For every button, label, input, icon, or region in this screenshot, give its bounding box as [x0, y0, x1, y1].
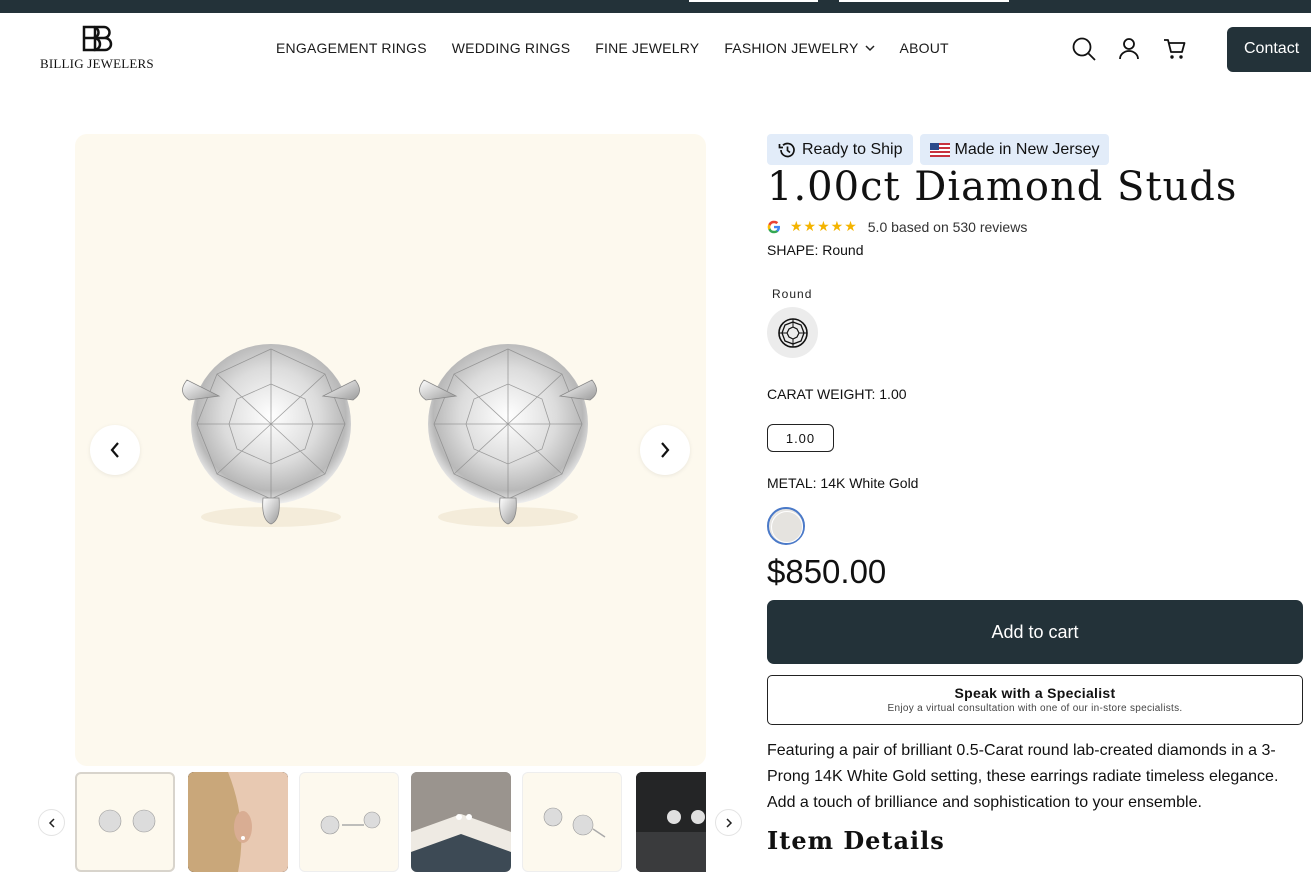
badge-label: Ready to Ship [802, 140, 903, 158]
cart-icon[interactable] [1162, 36, 1188, 62]
thumbnail-strip [75, 772, 706, 872]
carat-weight-label: CARAT WEIGHT: 1.00 [767, 386, 907, 402]
thumbnail-image [636, 772, 706, 872]
metal-swatch-white-gold[interactable] [767, 507, 805, 545]
carat-option-1-00[interactable]: 1.00 [767, 424, 834, 452]
announcement-link-1[interactable] [689, 0, 818, 2]
star-rating: ★★★★★ [790, 218, 858, 234]
review-count-text: 5.0 based on 530 reviews [867, 218, 1028, 235]
nav-fine-jewelry[interactable]: FINE JEWELRY [595, 40, 699, 56]
thumbnail-image [543, 807, 606, 838]
nav-label: ENGAGEMENT RINGS [276, 40, 427, 56]
logo-monogram-icon [82, 25, 113, 52]
search-icon[interactable] [1071, 36, 1097, 62]
chevron-right-icon [661, 442, 670, 458]
nav-wedding-rings[interactable]: WEDDING RINGS [452, 40, 571, 56]
badge-ready-to-ship: Ready to Ship [767, 134, 913, 165]
speak-with-specialist-button[interactable]: Speak with a Specialist Enjoy a virtual … [767, 675, 1303, 725]
nav-label: FINE JEWELRY [595, 40, 700, 56]
thumbnail-earrings-side[interactable] [299, 772, 399, 872]
metal-label: METAL: 14K White Gold [767, 475, 919, 491]
chevron-right-icon [725, 817, 732, 828]
badge-label: Made in New Jersey [954, 140, 1100, 158]
product-description: Featuring a pair of brilliant 0.5-Carat … [767, 742, 1279, 811]
nav-engagement-rings[interactable]: ENGAGEMENT RINGS [276, 40, 427, 56]
us-flag-icon [929, 142, 950, 157]
product-image-gallery [75, 134, 706, 766]
chevron-down-icon [865, 44, 875, 51]
nav-fashion-jewelry[interactable]: FASHION JEWELRY [724, 40, 875, 56]
site-header: BILLIG JEWELERS ENGAGEMENT RINGS WEDDING… [0, 13, 1311, 85]
thumbnail-earrings-book[interactable] [411, 772, 511, 872]
product-price: $850.00 [767, 553, 887, 590]
thumbnail-image [98, 809, 156, 833]
diamond-earrings-image [182, 344, 597, 527]
logo[interactable]: BILLIG JEWELERS [40, 25, 154, 75]
nav-label: FASHION JEWELRY [724, 40, 859, 56]
thumbnail-model-ear[interactable] [188, 772, 288, 872]
badge-made-in-new-jersey: Made in New Jersey [919, 134, 1110, 165]
item-details-heading: Item Details [767, 826, 945, 855]
thumbnail-image [188, 772, 288, 872]
gallery-next-button[interactable] [640, 425, 690, 475]
account-icon[interactable] [1117, 36, 1143, 62]
nav-label: ABOUT [899, 40, 949, 56]
logo-text: BILLIG JEWELERS [40, 56, 154, 71]
chevron-left-icon [48, 817, 55, 828]
nav-label: WEDDING RINGS [451, 40, 571, 56]
nav-about[interactable]: ABOUT [900, 40, 949, 56]
chevron-left-icon [110, 442, 119, 458]
product-badges: Ready to Ship Made in New Jersey [767, 134, 1110, 165]
thumbnail-earrings-angle[interactable] [522, 772, 622, 872]
round-diamond-icon [777, 317, 808, 348]
history-clock-icon [778, 142, 795, 157]
thumbs-prev-button[interactable] [38, 809, 65, 836]
thumbnail-image [320, 811, 381, 835]
review-summary[interactable]: ★★★★★ 5.0 based on 530 reviews [767, 218, 1027, 235]
shape-option-round[interactable] [767, 307, 818, 358]
specialist-subtitle: Enjoy a virtual consultation with one of… [887, 703, 1183, 714]
announcement-bar [0, 0, 1311, 13]
thumbnail-earrings-dark[interactable] [636, 772, 706, 872]
contact-button[interactable]: Contact [1227, 27, 1311, 72]
thumbs-next-button[interactable] [715, 809, 742, 836]
main-nav: ENGAGEMENT RINGS WEDDING RINGS FINE JEWE… [276, 40, 974, 56]
shape-label: SHAPE: Round [767, 242, 864, 258]
announcement-link-2[interactable] [839, 0, 1009, 2]
gallery-prev-button[interactable] [90, 425, 140, 475]
add-to-cart-button[interactable]: Add to cart [767, 600, 1303, 664]
thumbnail-earrings-front[interactable] [75, 772, 175, 872]
product-title: 1.00ct Diamond Studs [767, 164, 1238, 210]
thumbnail-image [411, 772, 511, 872]
specialist-title: Speak with a Specialist [954, 685, 1116, 701]
google-icon [767, 220, 780, 233]
shape-option-caption: Round [772, 287, 813, 301]
